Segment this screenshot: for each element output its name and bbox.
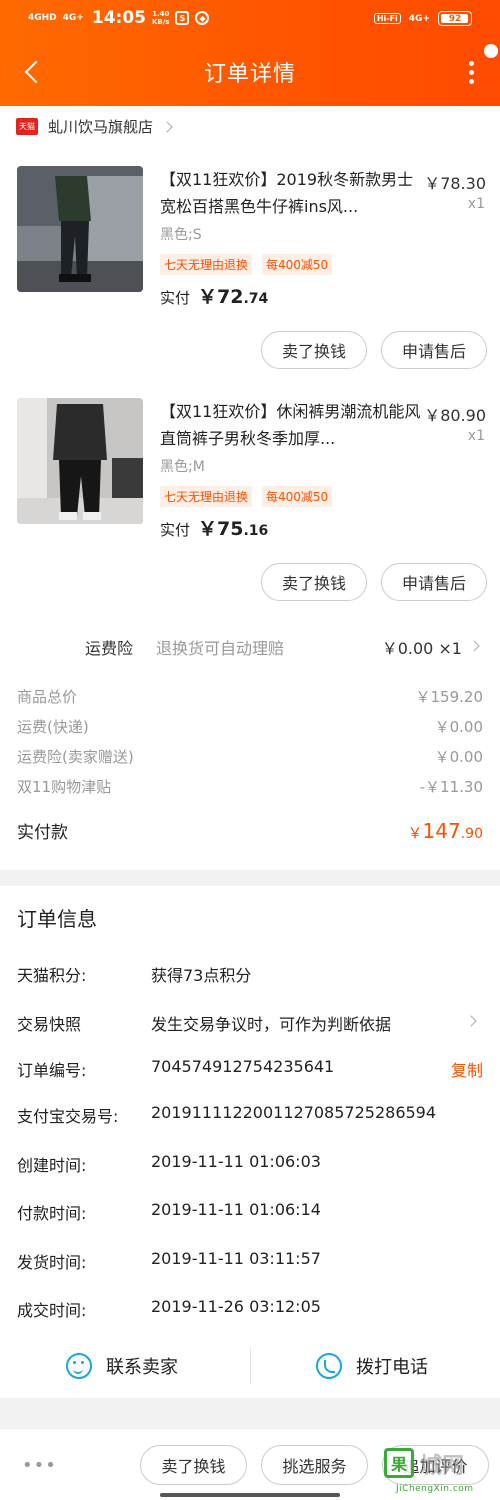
chevron-right-icon: [468, 640, 480, 652]
watermark-url: JiChengXin.com: [396, 1484, 474, 1494]
gesture-home-bar: [160, 1493, 340, 1497]
total-paid-row: 实付款 ￥147.90: [17, 818, 483, 843]
product-title[interactable]: 【双11狂欢价】休闲裤男潮流机能风直筒裤子男秋冬季加厚...: [160, 398, 422, 452]
product-image[interactable]: [17, 166, 143, 292]
signal-2: 4G+: [62, 13, 84, 23]
app-notification-icon: ◆: [195, 11, 210, 25]
after-sale-button[interactable]: 申请售后: [381, 331, 487, 369]
tag-discount: 每400减50: [262, 254, 333, 275]
product-image[interactable]: [17, 398, 143, 524]
store-link[interactable]: 天猫 虬川饮马旗舰店: [16, 116, 173, 137]
phone-icon: [316, 1353, 342, 1379]
product-item[interactable]: 【双11狂欢价】2019秋冬新款男士宽松百搭黑色牛仔裤ins风... ￥78.3…: [0, 160, 500, 390]
summary-row-subtotal: 商品总价 ￥159.20: [17, 688, 483, 706]
product-quantity: x1: [467, 196, 485, 212]
site-watermark: 果 城网 JiChengXin.com: [382, 1444, 500, 1500]
sell-button[interactable]: 卖了换钱: [261, 563, 367, 601]
sell-for-cash-button[interactable]: 卖了换钱: [140, 1445, 247, 1485]
status-bar: 4GHD 4G+ 14:05 1.40 KB/s S ◆ Hi-Fi 4G+ 92: [0, 0, 500, 38]
summary-row-shipping: 运费(快递) ￥0.00: [17, 718, 483, 736]
tag-return: 七天无理由退换: [160, 486, 253, 507]
sell-button[interactable]: 卖了换钱: [261, 331, 367, 369]
insurance-desc: 退换货可自动理赔: [156, 639, 285, 658]
more-vertical-icon[interactable]: [466, 58, 476, 88]
signal-1: 4GHD: [28, 13, 57, 23]
contact-row: 联系卖家 拨打电话: [0, 1340, 500, 1392]
network-type: 4G+: [408, 13, 430, 24]
copy-button[interactable]: 复制: [451, 1057, 483, 1081]
product-sku: 黑色;S: [160, 227, 202, 243]
insurance-label: 运费险: [85, 639, 134, 658]
summary-row-insurance: 运费险(卖家赠送) ￥0.00: [17, 748, 483, 766]
notification-icon: S: [175, 11, 190, 25]
paid-amount: 实付 ￥75.16: [160, 518, 269, 540]
insurance-value: ￥0.00 ×1: [381, 639, 462, 658]
call-phone-button[interactable]: 拨打电话: [316, 1340, 428, 1392]
total-value: ￥147.90: [407, 819, 483, 843]
product-sku: 黑色;M: [160, 459, 205, 475]
shipping-insurance-row[interactable]: 运费险 退换货可自动理赔 ￥0.00 ×1: [0, 625, 500, 665]
more-dots-icon[interactable]: •••: [22, 1455, 57, 1476]
product-price: ￥78.30: [424, 174, 486, 193]
after-sale-button[interactable]: 申请售后: [381, 563, 487, 601]
product-quantity: x1: [467, 428, 485, 444]
product-tags: 七天无理由退换 每400减50: [160, 486, 333, 507]
net-speed: 1.40 KB/s: [151, 10, 170, 26]
hifi-badge: Hi-Fi: [373, 13, 401, 24]
watermark-logo-icon: 果: [384, 1448, 414, 1478]
total-label: 实付款: [17, 823, 68, 843]
contact-seller-button[interactable]: 联系卖家: [66, 1340, 178, 1392]
page-title: 订单详情: [203, 62, 296, 87]
paid-amount: 实付 ￥72.74: [160, 286, 269, 308]
tmall-badge: 天猫: [16, 118, 38, 135]
product-price: ￥80.90: [424, 406, 486, 425]
store-name: 虬川饮马旗舰店: [48, 118, 154, 136]
product-item[interactable]: 【双11狂欢价】休闲裤男潮流机能风直筒裤子男秋冬季加厚... ￥80.90 x1…: [0, 392, 500, 622]
product-title[interactable]: 【双11狂欢价】2019秋冬新款男士宽松百搭黑色牛仔裤ins风...: [160, 166, 422, 220]
order-info-title: 订单信息: [17, 907, 97, 931]
choose-service-button[interactable]: 挑选服务: [261, 1445, 368, 1485]
chat-smile-icon: [66, 1353, 92, 1379]
watermark-text: 城网: [420, 1454, 465, 1479]
camera-notch: [484, 44, 498, 58]
app-header: 4GHD 4G+ 14:05 1.40 KB/s S ◆ Hi-Fi 4G+ 92…: [0, 0, 500, 106]
product-tags: 七天无理由退换 每400减50: [160, 254, 333, 275]
tag-return: 七天无理由退换: [160, 254, 253, 275]
tag-discount: 每400减50: [262, 486, 333, 507]
clock: 14:05: [91, 8, 146, 28]
chevron-right-icon: [161, 120, 173, 133]
divider: [250, 1348, 251, 1384]
battery-icon: 92: [438, 11, 472, 26]
summary-row-allowance: 双11购物津贴 -￥11.30: [17, 778, 483, 796]
